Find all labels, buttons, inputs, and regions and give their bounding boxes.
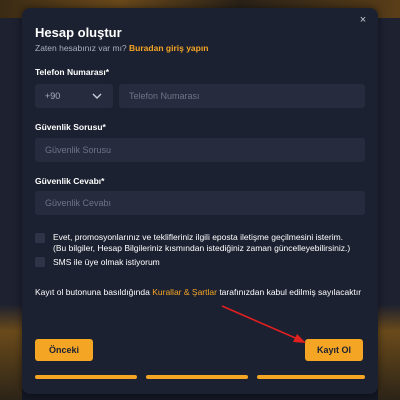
security-answer-input[interactable] [35, 191, 365, 215]
email-consent-line2: (Bu bilgiler, Hesap Bilgileriniz kısmınd… [53, 243, 351, 253]
security-question-wrapper [35, 138, 365, 162]
security-question-input[interactable] [35, 138, 365, 162]
sms-consent-label: SMS ile üye olmak istiyorum [53, 257, 160, 267]
login-prompt-text: Zaten hesabınız var mı? [35, 43, 127, 53]
register-button[interactable]: Kayıt Ol [305, 339, 363, 361]
phone-input[interactable] [119, 84, 365, 108]
terms-notice: Kayıt ol butonuna basıldığında Kurallar … [35, 287, 361, 297]
sms-consent-row: SMS ile üye olmak istiyorum [35, 257, 365, 269]
phone-input-wrapper [119, 84, 365, 108]
login-link[interactable]: Buradan giriş yapın [129, 43, 208, 53]
step-indicator-3 [257, 375, 365, 379]
background-left-panel [0, 18, 22, 400]
email-consent-row: Evet, promosyonlarınız ve teklifleriniz … [35, 232, 365, 256]
previous-button[interactable]: Önceki [35, 339, 93, 361]
country-code-select[interactable]: +90 [35, 84, 113, 108]
email-consent-checkbox[interactable] [35, 233, 45, 243]
security-answer-label: Güvenlik Cevabı* [35, 176, 105, 186]
terms-prefix: Kayıt ol butonuna basıldığında [35, 287, 150, 297]
email-consent-line1: Evet, promosyonlarınız ve teklifleriniz … [53, 232, 344, 242]
modal-title: Hesap oluştur [35, 25, 122, 40]
background-right-panel [378, 18, 400, 400]
terms-suffix: tarafınızdan kabul edilmiş sayılacaktır [219, 287, 362, 297]
security-answer-wrapper [35, 191, 365, 215]
phone-label: Telefon Numarası* [35, 67, 110, 77]
terms-link[interactable]: Kurallar & Şartlar [152, 287, 217, 297]
security-question-label: Güvenlik Sorusu* [35, 122, 106, 132]
chevron-down-icon [91, 89, 103, 107]
register-modal: Hesap oluştur × Zaten hesabınız var mı? … [22, 8, 378, 394]
close-icon[interactable]: × [355, 12, 371, 28]
sms-consent-checkbox[interactable] [35, 257, 45, 267]
country-code-value: +90 [45, 91, 61, 101]
step-indicator-2 [146, 375, 248, 379]
step-indicator-1 [35, 375, 137, 379]
login-prompt: Zaten hesabınız var mı? Buradan giriş ya… [35, 43, 208, 53]
